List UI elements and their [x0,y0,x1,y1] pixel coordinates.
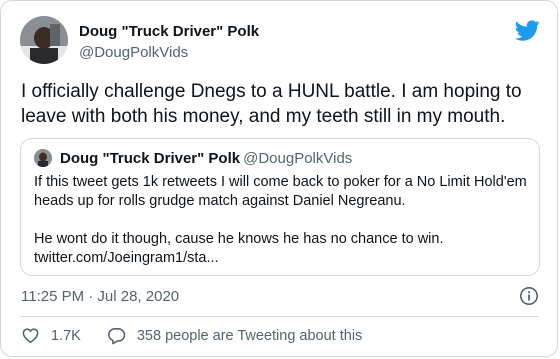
tweet-text: I officially challenge Dnegs to a HUNL b… [21,81,522,127]
quoted-avatar-photo [34,149,52,167]
author-avatar[interactable] [20,16,68,64]
conversation-text: 358 people are Tweeting about this [136,327,363,344]
author-handle[interactable]: @DougPolkVids [79,44,188,61]
quoted-author-name: Doug "Truck Driver" Polk [60,150,241,167]
like-count: 1.7K [51,327,81,344]
heart-icon [22,328,39,344]
info-icon[interactable] [519,286,539,306]
tweet-actions: 1.7K 358 people are Tweeting about this [21,326,362,345]
quoted-author-line: Doug "Truck Driver" Polk @DougPolkVids [60,150,352,167]
quoted-tweet[interactable]: Doug "Truck Driver" Polk @DougPolkVids If… [20,138,540,276]
quoted-tweet-body: If this tweet gets 1k retweets I will co… [34,173,529,268]
quoted-tweet-link[interactable]: twitter.com/Joeingram1/sta... [34,249,529,268]
tweet-embed-card[interactable]: Doug "Truck Driver" Polk @DougPolkVids I… [0,0,558,357]
avatar-photo [20,16,68,64]
quoted-tweet-text: If this tweet gets 1k retweets I will co… [34,174,527,247]
divider [20,316,538,317]
reply-bubble-icon [107,327,126,345]
author-name[interactable]: Doug "Truck Driver" Polk [79,23,259,40]
like-button[interactable]: 1.7K [21,326,81,345]
quoted-author-avatar [34,149,52,167]
conversation-link[interactable]: 358 people are Tweeting about this [107,326,362,345]
quoted-author-handle: @DougPolkVids [243,150,353,167]
tweet-timestamp[interactable]: 11:25 PM · Jul 28, 2020 [21,288,179,305]
twitter-bird-icon[interactable] [514,18,540,43]
